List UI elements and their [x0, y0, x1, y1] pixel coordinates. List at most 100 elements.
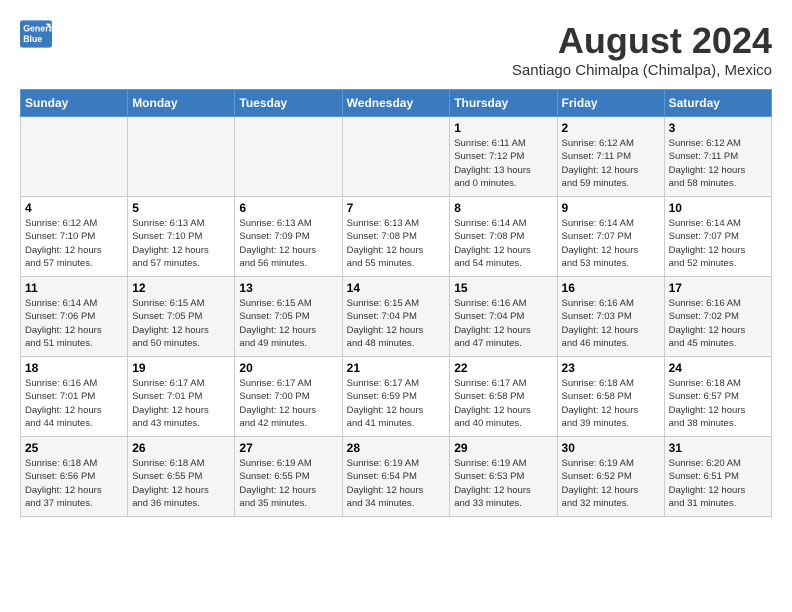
week-row-3: 11 Sunrise: 6:14 AM Sunset: 7:06 PM Dayli… — [21, 277, 772, 357]
day-cell: 21Sunrise: 6:17 AM Sunset: 6:59 PM Dayli… — [342, 357, 450, 437]
weekday-header-friday: Friday — [557, 90, 664, 117]
day-number: 19 — [132, 361, 230, 375]
day-info: Sunrise: 6:20 AM Sunset: 6:51 PM Dayligh… — [669, 457, 767, 510]
day-cell: 5Sunrise: 6:13 AM Sunset: 7:10 PM Daylig… — [128, 197, 235, 277]
calendar-table: SundayMondayTuesdayWednesdayThursdayFrid… — [20, 89, 772, 517]
day-cell: 25 Sunrise: 6:18 AM Sunset: 6:56 PM Dayli… — [21, 437, 128, 517]
day-cell: 26 Sunrise: 6:18 AM Sunset: 6:55 PM Dayli… — [128, 437, 235, 517]
calendar-body: 1Sunrise: 6:11 AM Sunset: 7:12 PM Daylig… — [21, 117, 772, 517]
location-subtitle: Santiago Chimalpa (Chimalpa), Mexico — [512, 62, 772, 79]
logo-icon: General Blue — [20, 20, 52, 48]
day-cell: 27 Sunrise: 6:19 AM Sunset: 6:55 PM Dayli… — [235, 437, 342, 517]
day-info: Sunrise: 6:15 AM Sunset: 7:05 PM Dayligh… — [239, 297, 337, 350]
day-number: 12 — [132, 281, 230, 295]
weekday-header-row: SundayMondayTuesdayWednesdayThursdayFrid… — [21, 90, 772, 117]
day-cell: 16 Sunrise: 6:16 AM Sunset: 7:03 PM Dayli… — [557, 277, 664, 357]
day-number: 29 — [454, 441, 552, 455]
day-info: Sunrise: 6:18 AM Sunset: 6:57 PM Dayligh… — [669, 377, 767, 430]
day-number: 10 — [669, 201, 767, 215]
day-number: 26 — [132, 441, 230, 455]
day-cell: 13 Sunrise: 6:15 AM Sunset: 7:05 PM Dayli… — [235, 277, 342, 357]
day-cell: 8 Sunrise: 6:14 AM Sunset: 7:08 PM Daylig… — [450, 197, 557, 277]
weekday-header-wednesday: Wednesday — [342, 90, 450, 117]
day-info: Sunrise: 6:12 AM Sunset: 7:11 PM Dayligh… — [562, 137, 660, 190]
day-cell: 1Sunrise: 6:11 AM Sunset: 7:12 PM Daylig… — [450, 117, 557, 197]
day-cell: 20 Sunrise: 6:17 AM Sunset: 7:00 PM Dayli… — [235, 357, 342, 437]
day-number: 30 — [562, 441, 660, 455]
day-cell: 22 Sunrise: 6:17 AM Sunset: 6:58 PM Dayli… — [450, 357, 557, 437]
week-row-2: 4Sunrise: 6:12 AM Sunset: 7:10 PM Daylig… — [21, 197, 772, 277]
day-info: Sunrise: 6:19 AM Sunset: 6:55 PM Dayligh… — [239, 457, 337, 510]
day-cell: 3Sunrise: 6:12 AM Sunset: 7:11 PM Daylig… — [664, 117, 771, 197]
day-info: Sunrise: 6:12 AM Sunset: 7:11 PM Dayligh… — [669, 137, 767, 190]
day-number: 8 — [454, 201, 552, 215]
day-info: Sunrise: 6:19 AM Sunset: 6:54 PM Dayligh… — [347, 457, 446, 510]
day-cell: 23Sunrise: 6:18 AM Sunset: 6:58 PM Dayli… — [557, 357, 664, 437]
day-cell: 28 Sunrise: 6:19 AM Sunset: 6:54 PM Dayli… — [342, 437, 450, 517]
day-number: 27 — [239, 441, 337, 455]
day-cell: 6Sunrise: 6:13 AM Sunset: 7:09 PM Daylig… — [235, 197, 342, 277]
day-number: 15 — [454, 281, 552, 295]
day-cell: 11 Sunrise: 6:14 AM Sunset: 7:06 PM Dayli… — [21, 277, 128, 357]
day-cell: 15 Sunrise: 6:16 AM Sunset: 7:04 PM Dayli… — [450, 277, 557, 357]
svg-text:Blue: Blue — [23, 34, 42, 44]
weekday-header-sunday: Sunday — [21, 90, 128, 117]
day-info: Sunrise: 6:13 AM Sunset: 7:08 PM Dayligh… — [347, 217, 446, 270]
title-area: August 2024 Santiago Chimalpa (Chimalpa)… — [512, 20, 772, 79]
day-number: 9 — [562, 201, 660, 215]
week-row-1: 1Sunrise: 6:11 AM Sunset: 7:12 PM Daylig… — [21, 117, 772, 197]
day-info: Sunrise: 6:17 AM Sunset: 6:58 PM Dayligh… — [454, 377, 552, 430]
day-number: 31 — [669, 441, 767, 455]
day-number: 22 — [454, 361, 552, 375]
day-info: Sunrise: 6:16 AM Sunset: 7:01 PM Dayligh… — [25, 377, 123, 430]
day-info: Sunrise: 6:19 AM Sunset: 6:52 PM Dayligh… — [562, 457, 660, 510]
day-number: 18 — [25, 361, 123, 375]
day-info: Sunrise: 6:18 AM Sunset: 6:55 PM Dayligh… — [132, 457, 230, 510]
weekday-header-tuesday: Tuesday — [235, 90, 342, 117]
day-cell: 12 Sunrise: 6:15 AM Sunset: 7:05 PM Dayli… — [128, 277, 235, 357]
day-info: Sunrise: 6:17 AM Sunset: 7:00 PM Dayligh… — [239, 377, 337, 430]
day-info: Sunrise: 6:17 AM Sunset: 7:01 PM Dayligh… — [132, 377, 230, 430]
weekday-header-thursday: Thursday — [450, 90, 557, 117]
day-number: 16 — [562, 281, 660, 295]
day-info: Sunrise: 6:14 AM Sunset: 7:08 PM Dayligh… — [454, 217, 552, 270]
day-info: Sunrise: 6:18 AM Sunset: 6:56 PM Dayligh… — [25, 457, 123, 510]
logo: General Blue — [20, 20, 56, 48]
day-cell — [235, 117, 342, 197]
day-number: 4 — [25, 201, 123, 215]
day-number: 20 — [239, 361, 337, 375]
day-info: Sunrise: 6:16 AM Sunset: 7:02 PM Dayligh… — [669, 297, 767, 350]
day-cell: 19 Sunrise: 6:17 AM Sunset: 7:01 PM Dayli… — [128, 357, 235, 437]
day-cell: 7Sunrise: 6:13 AM Sunset: 7:08 PM Daylig… — [342, 197, 450, 277]
day-number: 28 — [347, 441, 446, 455]
day-info: Sunrise: 6:14 AM Sunset: 7:06 PM Dayligh… — [25, 297, 123, 350]
week-row-5: 25 Sunrise: 6:18 AM Sunset: 6:56 PM Dayli… — [21, 437, 772, 517]
day-number: 17 — [669, 281, 767, 295]
day-cell: 29 Sunrise: 6:19 AM Sunset: 6:53 PM Dayli… — [450, 437, 557, 517]
day-info: Sunrise: 6:17 AM Sunset: 6:59 PM Dayligh… — [347, 377, 446, 430]
day-info: Sunrise: 6:15 AM Sunset: 7:05 PM Dayligh… — [132, 297, 230, 350]
day-cell: 10Sunrise: 6:14 AM Sunset: 7:07 PM Dayli… — [664, 197, 771, 277]
day-cell: 4Sunrise: 6:12 AM Sunset: 7:10 PM Daylig… — [21, 197, 128, 277]
day-cell — [21, 117, 128, 197]
month-title: August 2024 — [512, 20, 772, 62]
day-info: Sunrise: 6:19 AM Sunset: 6:53 PM Dayligh… — [454, 457, 552, 510]
week-row-4: 18 Sunrise: 6:16 AM Sunset: 7:01 PM Dayli… — [21, 357, 772, 437]
day-cell: 30 Sunrise: 6:19 AM Sunset: 6:52 PM Dayli… — [557, 437, 664, 517]
day-number: 13 — [239, 281, 337, 295]
day-info: Sunrise: 6:14 AM Sunset: 7:07 PM Dayligh… — [562, 217, 660, 270]
day-number: 24 — [669, 361, 767, 375]
day-number: 23 — [562, 361, 660, 375]
day-info: Sunrise: 6:11 AM Sunset: 7:12 PM Dayligh… — [454, 137, 552, 190]
day-info: Sunrise: 6:16 AM Sunset: 7:03 PM Dayligh… — [562, 297, 660, 350]
day-number: 25 — [25, 441, 123, 455]
weekday-header-monday: Monday — [128, 90, 235, 117]
day-number: 2 — [562, 121, 660, 135]
day-number: 11 — [25, 281, 123, 295]
day-info: Sunrise: 6:13 AM Sunset: 7:10 PM Dayligh… — [132, 217, 230, 270]
day-cell: 18 Sunrise: 6:16 AM Sunset: 7:01 PM Dayli… — [21, 357, 128, 437]
day-cell: 14Sunrise: 6:15 AM Sunset: 7:04 PM Dayli… — [342, 277, 450, 357]
day-cell: 17 Sunrise: 6:16 AM Sunset: 7:02 PM Dayli… — [664, 277, 771, 357]
day-info: Sunrise: 6:16 AM Sunset: 7:04 PM Dayligh… — [454, 297, 552, 350]
day-info: Sunrise: 6:13 AM Sunset: 7:09 PM Dayligh… — [239, 217, 337, 270]
